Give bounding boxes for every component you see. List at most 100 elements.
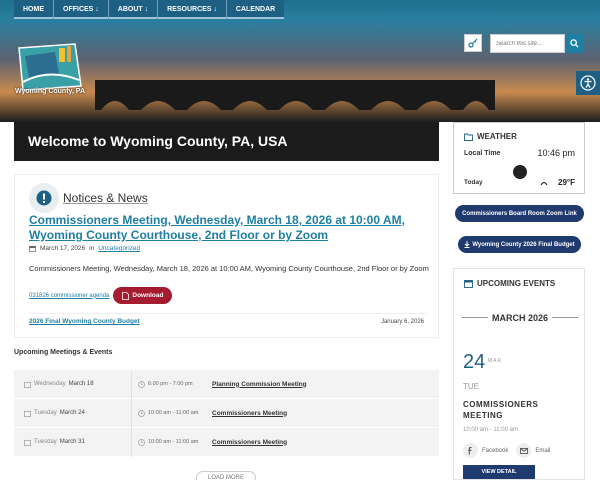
news-icon-wrap xyxy=(29,183,59,213)
page-title: Welcome to Wyoming County, PA, USA xyxy=(28,133,288,149)
download-button[interactable]: Download xyxy=(113,287,173,304)
news-headline-link[interactable]: Commissioners Meeting, Wednesday, March … xyxy=(29,213,424,243)
event-day: March 18 xyxy=(68,381,94,387)
event-time-text: 10:00 am - 11:00 am xyxy=(148,439,199,445)
share-facebook[interactable]: Facebook xyxy=(463,443,508,458)
event-time: 10:00 am - 11:00 am xyxy=(132,409,212,417)
news-meta: March 17, 2026 in Uncategorized xyxy=(29,245,140,252)
calendar-icon xyxy=(24,381,31,388)
temperature-value: 29°F xyxy=(558,178,575,187)
moon-icon xyxy=(513,165,527,179)
news-divider xyxy=(29,313,426,314)
event-time: 10:00 am - 11:00 am xyxy=(132,438,212,446)
folder-icon xyxy=(464,133,473,141)
logo-text: Wyoming County, PA xyxy=(15,88,85,95)
events-list: Wednesday March 18 6:00 pm - 7:00 pm Pla… xyxy=(14,369,439,457)
search-input[interactable] xyxy=(490,34,565,53)
news-date: March 17, 2026 xyxy=(40,245,86,252)
calendar-icon xyxy=(24,439,31,446)
upcoming-weekday: TUE xyxy=(463,382,479,391)
bridge-silhouette xyxy=(95,80,495,110)
zoom-link-button[interactable]: Commissioners Board Room Zoom Link xyxy=(455,205,584,222)
search-icon xyxy=(570,39,579,48)
news-card: Notices & News Commissioners Meeting, We… xyxy=(14,174,439,338)
event-weekday: Wednesday xyxy=(34,381,66,387)
key-icon xyxy=(468,38,478,48)
event-title-link[interactable]: Planning Commission Meeting xyxy=(212,381,307,388)
events-section-title: Upcoming Meetings & Events xyxy=(14,349,113,356)
event-title-link[interactable]: Commissioners Meeting xyxy=(212,439,287,446)
event-time: 6:00 pm - 7:00 pm xyxy=(132,380,212,388)
local-time-label: Local Time xyxy=(464,150,501,157)
news-item-budget-date: January 6, 2026 xyxy=(380,319,424,325)
welcome-banner: Welcome to Wyoming County, PA, USA xyxy=(14,122,439,161)
facebook-label: Facebook xyxy=(482,447,509,454)
event-day: March 31 xyxy=(59,439,85,445)
budget-link-label: Wyoming County 2026 Final Budget xyxy=(472,241,575,248)
event-weekday: Tuesday xyxy=(34,439,57,445)
view-detail-button[interactable]: VIEW DETAIL xyxy=(463,465,535,479)
attachment-link[interactable]: 031826 commissioner agenda xyxy=(29,293,109,299)
today-label: Today xyxy=(464,179,483,186)
nav-calendar[interactable]: CALENDAR xyxy=(227,0,284,19)
temperature: 29°F xyxy=(540,178,575,187)
event-title-link[interactable]: Commissioners Meeting xyxy=(212,410,287,417)
month-rule-right xyxy=(552,317,578,318)
event-date: Tuesday March 31 xyxy=(24,427,132,457)
news-section-title[interactable]: Notices & News xyxy=(63,191,148,205)
event-row[interactable]: Tuesday March 24 10:00 am - 11:00 am Com… xyxy=(14,398,439,428)
event-date: Wednesday March 18 xyxy=(24,369,132,399)
nav-offices[interactable]: OFFICES ↓ xyxy=(54,0,109,19)
news-in-label: in xyxy=(89,245,95,252)
search-button[interactable] xyxy=(565,34,584,53)
nav-home[interactable]: HOME xyxy=(14,0,54,19)
event-date: Tuesday March 24 xyxy=(24,398,132,428)
nav-about[interactable]: ABOUT ↓ xyxy=(109,0,159,19)
event-row[interactable]: Wednesday March 18 6:00 pm - 7:00 pm Pla… xyxy=(14,369,439,399)
weather-title: WEATHER xyxy=(477,132,517,141)
accessibility-button[interactable] xyxy=(576,71,600,95)
upcoming-title: UPCOMING EVENTS xyxy=(477,279,556,288)
upcoming-day: 24 xyxy=(463,351,486,373)
share-email[interactable]: Email xyxy=(516,443,550,458)
upcoming-mon: MAR xyxy=(488,358,503,364)
event-row[interactable]: Tuesday March 31 10:00 am - 11:00 am Com… xyxy=(14,427,439,457)
nav-resources[interactable]: RESOURCES ↓ xyxy=(158,0,227,19)
news-category-link[interactable]: Uncategorized xyxy=(98,245,140,252)
load-more-button[interactable]: LOAD MORE xyxy=(196,471,256,480)
upcoming-event-time: 10:00 am - 11:00 am xyxy=(463,427,518,433)
event-weekday: Tuesday xyxy=(34,410,57,416)
event-day: March 24 xyxy=(59,410,85,416)
cloud-icon xyxy=(540,181,548,185)
budget-link-button[interactable]: Wyoming County 2026 Final Budget xyxy=(458,236,581,253)
main-nav: HOME OFFICES ↓ ABOUT ↓ RESOURCES ↓ CALEN… xyxy=(14,0,285,19)
upcoming-month: MARCH 2026 xyxy=(491,313,549,323)
file-icon xyxy=(122,291,130,300)
calendar-icon xyxy=(29,245,36,252)
weather-widget: WEATHER Local Time 10:46 pm Today 29°F xyxy=(453,122,585,194)
header-tools xyxy=(464,34,584,53)
email-icon xyxy=(516,443,532,458)
accessibility-icon xyxy=(580,75,596,91)
news-attachment: 031826 commissioner agenda Download xyxy=(29,287,173,304)
key-button[interactable] xyxy=(464,34,482,52)
upcoming-header: UPCOMING EVENTS xyxy=(464,279,555,288)
calendar-icon xyxy=(464,280,473,288)
clock-icon xyxy=(138,438,145,446)
download-icon xyxy=(464,241,470,248)
search-form xyxy=(490,34,584,53)
alert-icon xyxy=(36,190,52,206)
event-time-text: 6:00 pm - 7:00 pm xyxy=(148,381,193,387)
download-label: Download xyxy=(132,292,164,299)
local-time-value: 10:46 pm xyxy=(537,148,575,158)
upcoming-event-title[interactable]: COMMISSIONERS MEETING xyxy=(463,399,573,421)
clock-icon xyxy=(138,409,145,417)
facebook-icon xyxy=(463,443,478,458)
email-label: Email xyxy=(535,447,551,454)
weather-header: WEATHER xyxy=(464,132,517,141)
news-item-budget-link[interactable]: 2026 Final Wyoming County Budget xyxy=(29,318,140,325)
news-header: Notices & News xyxy=(29,183,148,213)
calendar-icon xyxy=(24,410,31,417)
event-time-text: 10:00 am - 11:00 am xyxy=(148,410,199,416)
upcoming-events-widget: UPCOMING EVENTS MARCH 2026 24 MAR TUE CO… xyxy=(453,268,585,480)
